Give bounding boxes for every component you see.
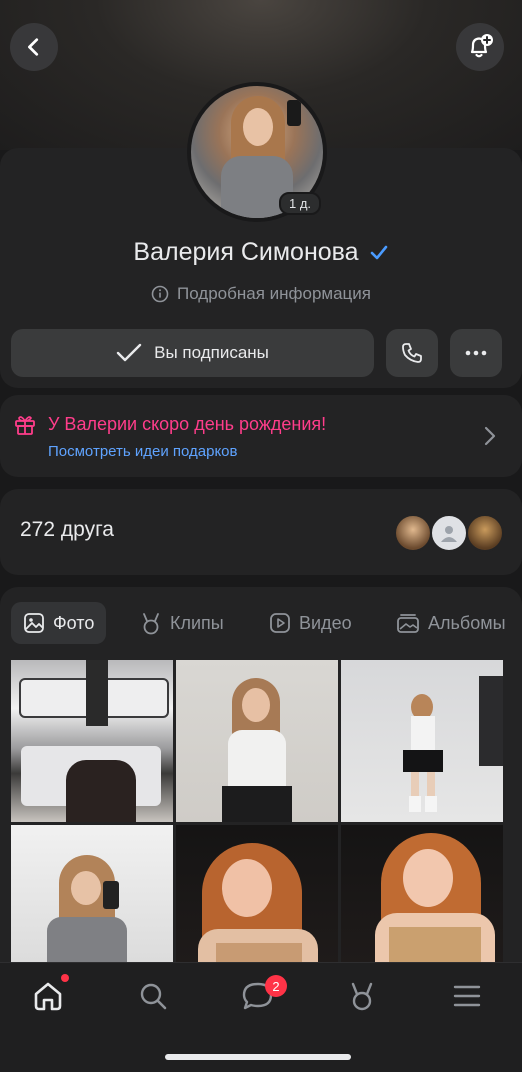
- more-dots-icon: [465, 350, 487, 356]
- video-icon: [270, 613, 290, 633]
- menu-icon: [453, 985, 481, 1007]
- messages-badge: 2: [265, 975, 287, 997]
- home-notification-dot: [61, 974, 69, 982]
- tab-video-label: Видео: [299, 612, 352, 633]
- friend-avatar: [466, 514, 504, 552]
- home-icon: [34, 982, 62, 1011]
- friend-avatar: [430, 514, 468, 552]
- chevron-right-icon: [484, 426, 496, 446]
- subscribe-notifications-button[interactable]: [456, 23, 504, 71]
- gift-ideas-link[interactable]: Посмотреть идеи подарков: [48, 443, 238, 460]
- detailed-info-label: Подробная информация: [177, 284, 371, 303]
- phone-icon: [402, 343, 422, 363]
- profile-name-row: Валерия Симонова: [0, 238, 522, 267]
- photo-thumbnail[interactable]: [341, 660, 503, 822]
- image-icon: [24, 613, 44, 633]
- info-icon: [151, 285, 169, 303]
- clips-icon: [351, 982, 373, 1011]
- call-button[interactable]: [386, 329, 438, 377]
- gift-icon: [15, 416, 35, 435]
- more-button[interactable]: [450, 329, 502, 377]
- home-tab[interactable]: [28, 976, 68, 1016]
- tab-video[interactable]: Видео: [257, 602, 364, 644]
- friend-avatar: [394, 514, 432, 552]
- tab-clips-label: Клипы: [170, 612, 224, 633]
- clips-icon: [143, 613, 159, 635]
- profile-name: Валерия Симонова: [133, 238, 359, 266]
- verified-check-icon: [370, 245, 387, 259]
- tab-photos[interactable]: Фото: [11, 602, 107, 644]
- photo-thumbnail[interactable]: [176, 660, 338, 822]
- story-age-badge: 1 д.: [279, 192, 322, 215]
- birthday-title: У Валерии скоро день рождения!: [48, 414, 327, 434]
- tab-albums[interactable]: Альбомы: [384, 602, 518, 644]
- subscribed-button[interactable]: Вы подписаны: [11, 329, 374, 377]
- photo-thumbnail[interactable]: [176, 825, 338, 962]
- photo-thumbnail[interactable]: [11, 660, 173, 822]
- birthday-card[interactable]: [0, 395, 522, 477]
- photo-thumbnail[interactable]: [11, 825, 173, 962]
- menu-tab[interactable]: [447, 976, 487, 1016]
- user-placeholder-icon: [441, 526, 457, 542]
- clips-tab[interactable]: [342, 976, 382, 1016]
- detailed-info-link[interactable]: Подробная информация: [0, 284, 522, 304]
- tab-albums-label: Альбомы: [428, 612, 506, 633]
- friends-count: 272 друга: [20, 518, 114, 541]
- tab-clips[interactable]: Клипы: [128, 602, 236, 644]
- back-button[interactable]: [10, 23, 58, 71]
- search-tab[interactable]: [133, 976, 173, 1016]
- albums-icon: [397, 614, 419, 633]
- tab-photos-label: Фото: [53, 612, 95, 633]
- chevron-left-icon: [28, 38, 39, 56]
- home-indicator: [165, 1054, 351, 1060]
- photo-thumbnail[interactable]: [341, 825, 503, 962]
- check-icon: [116, 343, 142, 362]
- subscribed-label: Вы подписаны: [154, 343, 269, 362]
- bell-plus-icon: [470, 34, 493, 58]
- search-icon: [140, 983, 167, 1010]
